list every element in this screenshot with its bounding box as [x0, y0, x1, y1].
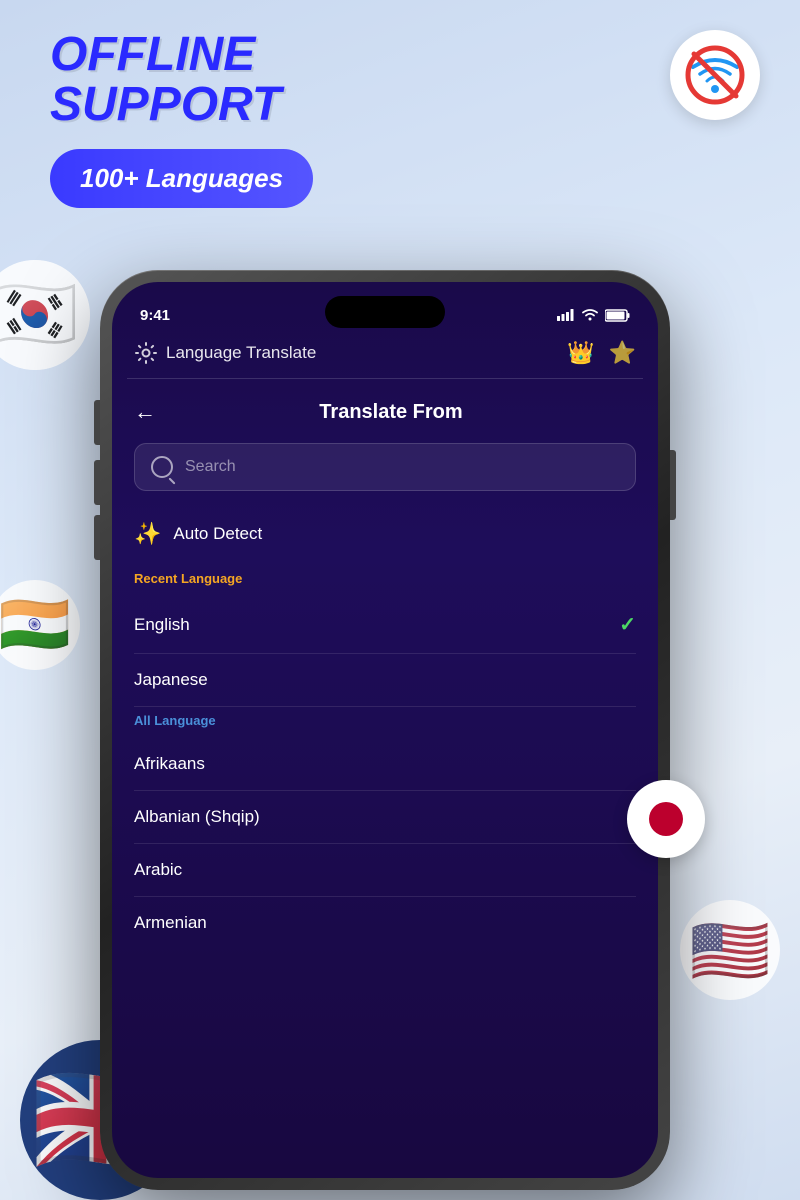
no-wifi-badge — [670, 30, 760, 120]
selected-checkmark: ✓ — [619, 612, 636, 637]
battery-icon — [605, 309, 630, 322]
wifi-icon — [581, 308, 599, 322]
auto-detect-row[interactable]: ✨ Auto Detect — [134, 511, 636, 565]
app-header: Language Translate 👑 ⭐ — [112, 332, 658, 378]
settings-gear-icon[interactable] — [134, 341, 158, 365]
japan-red-dot — [649, 802, 683, 836]
auto-detect-label: Auto Detect — [173, 524, 262, 544]
japan-flag — [627, 780, 705, 858]
korea-flag: 🇰🇷 — [0, 260, 90, 370]
language-name-albanian: Albanian (Shqip) — [134, 807, 260, 827]
search-box[interactable]: Search — [134, 443, 636, 491]
sparkle-icon: ✨ — [134, 521, 161, 547]
signal-icon — [557, 309, 575, 321]
app-title: Language Translate — [166, 343, 316, 363]
languages-badge-text: 100+ Languages — [80, 163, 283, 193]
india-flag: 🇮🇳 — [0, 580, 80, 670]
languages-badge: 100+ Languages — [50, 149, 313, 208]
language-row-afrikaans[interactable]: Afrikaans — [134, 738, 636, 791]
usa-flag: 🇺🇸 — [680, 900, 780, 1000]
language-name-arabic: Arabic — [134, 860, 182, 880]
offline-title-line1: OFFLINE — [50, 30, 313, 80]
page-title: Translate From — [176, 401, 606, 424]
language-row-arabic[interactable]: Arabic — [134, 844, 636, 897]
no-wifi-icon — [685, 45, 745, 105]
language-row-english[interactable]: English ✓ — [134, 596, 636, 654]
status-icons — [557, 308, 630, 322]
language-row-japanese[interactable]: Japanese — [134, 654, 636, 707]
language-name-afrikaans: Afrikaans — [134, 754, 205, 774]
header-section: OFFLINE SUPPORT 100+ Languages — [50, 30, 313, 208]
status-time: 9:41 — [140, 307, 170, 324]
language-name-english: English — [134, 615, 190, 635]
dynamic-island — [325, 296, 445, 328]
star-icon[interactable]: ⭐ — [609, 340, 636, 366]
back-button[interactable]: ← — [134, 399, 156, 425]
phone-device: 9:41 — [100, 270, 670, 1190]
language-name-japanese: Japanese — [134, 670, 208, 690]
language-row-albanian[interactable]: Albanian (Shqip) — [134, 791, 636, 844]
offline-title-line2: SUPPORT — [50, 80, 313, 130]
recent-section-label: Recent Language — [134, 565, 636, 596]
all-section-label: All Language — [134, 707, 636, 738]
language-name-armenian: Armenian — [134, 913, 207, 933]
page-header: ← Translate From — [134, 379, 636, 443]
language-row-armenian[interactable]: Armenian — [134, 897, 636, 949]
search-icon — [151, 456, 173, 478]
search-placeholder: Search — [185, 458, 236, 476]
crown-icon[interactable]: 👑 — [567, 340, 594, 366]
